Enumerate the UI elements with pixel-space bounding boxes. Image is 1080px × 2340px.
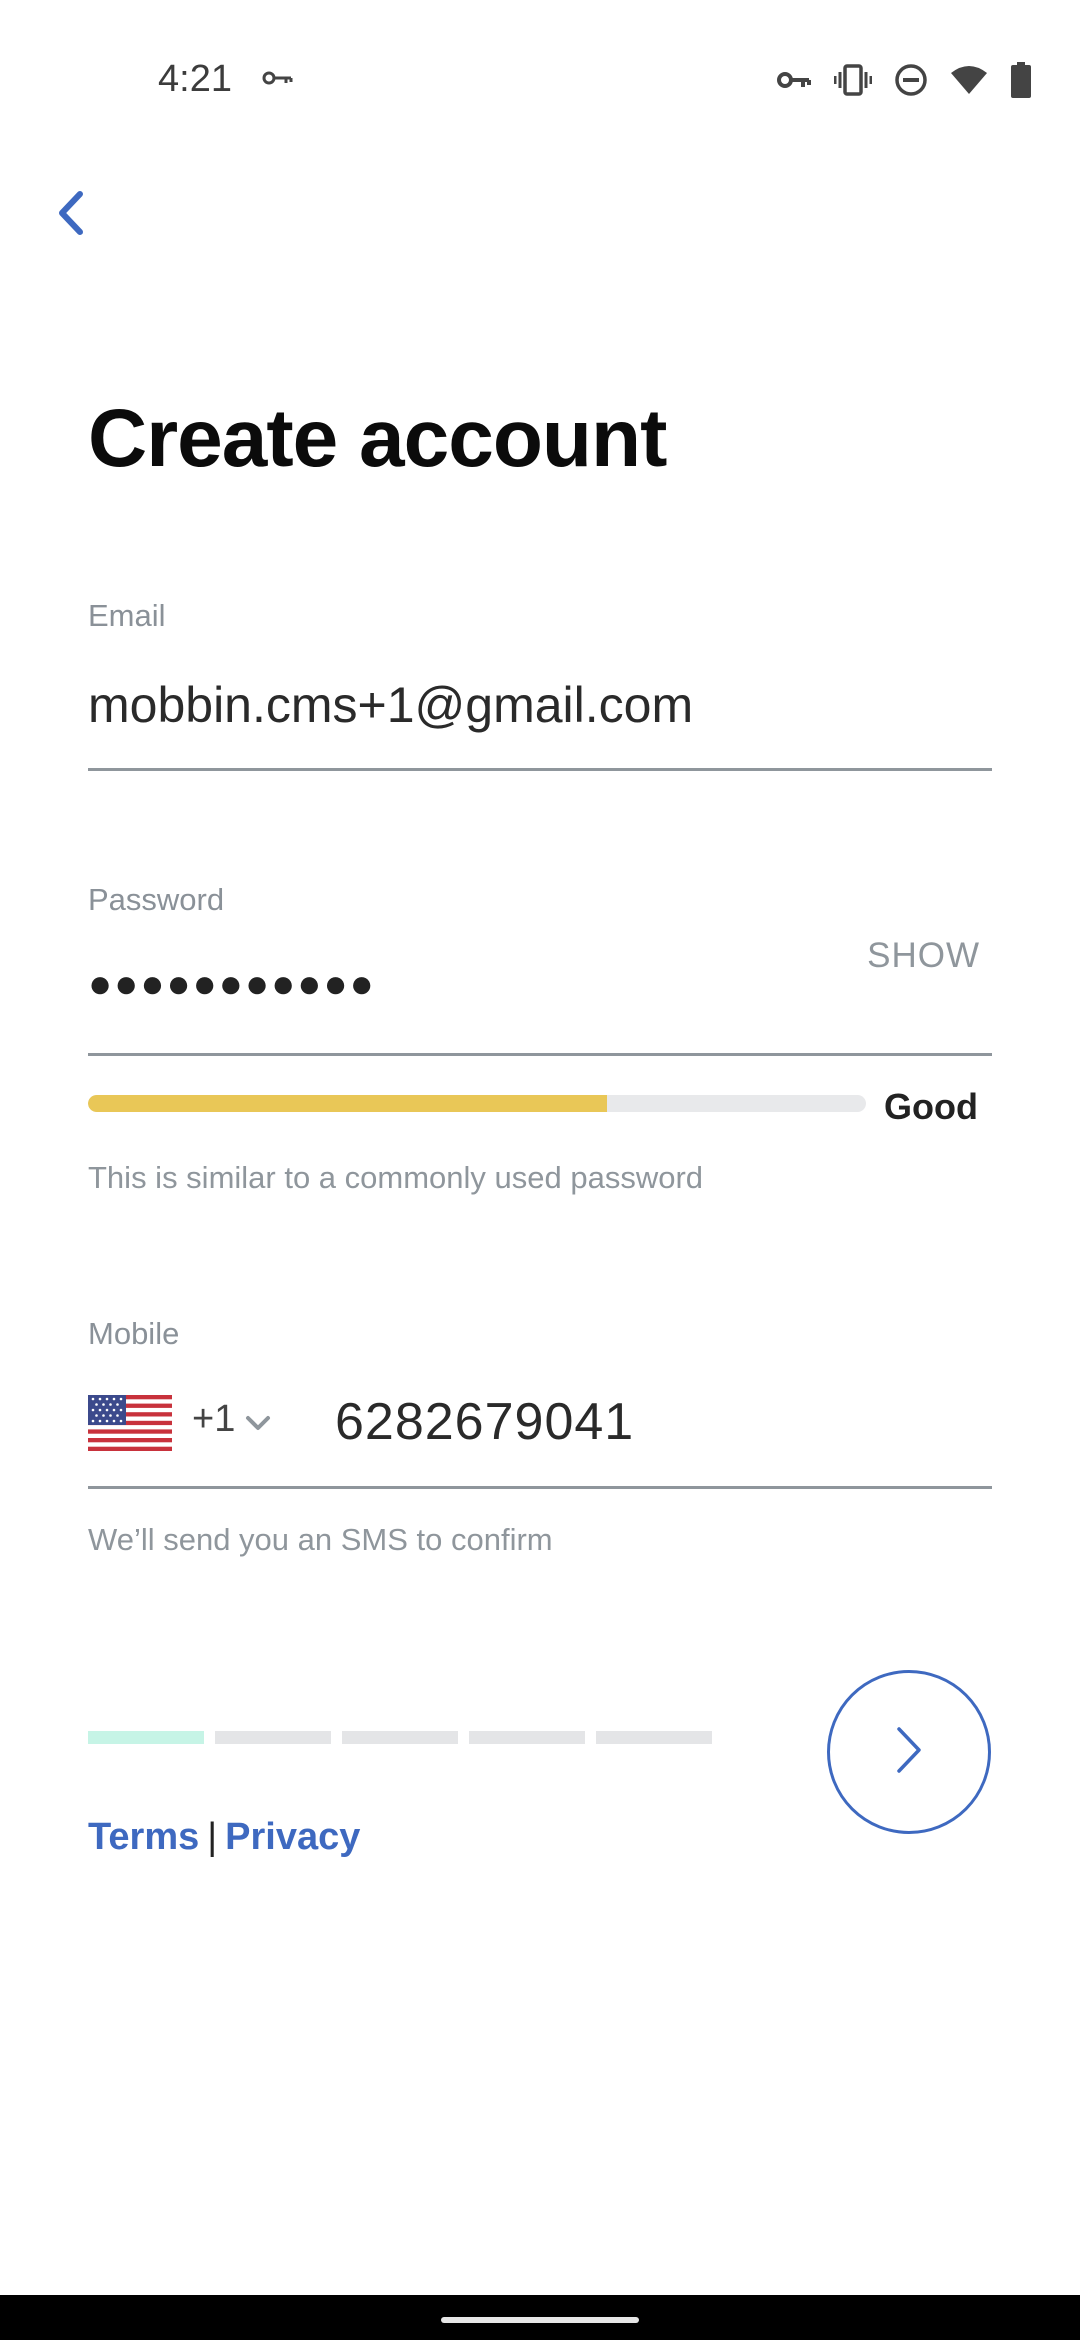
- status-icons: [776, 62, 1032, 103]
- home-handle[interactable]: [441, 2317, 639, 2323]
- do-not-disturb-icon: [894, 63, 928, 102]
- email-underline: [88, 768, 992, 771]
- us-flag-icon[interactable]: [88, 1395, 172, 1451]
- vibrate-icon: [833, 64, 873, 101]
- password-strength-bar: [88, 1095, 866, 1112]
- battery-icon: [1010, 62, 1032, 103]
- password-hint: This is similar to a commonly used passw…: [88, 1160, 704, 1195]
- country-code-dropdown[interactable]: +1: [192, 1398, 271, 1441]
- chevron-left-icon: [56, 190, 86, 241]
- progress-step: [88, 1731, 204, 1744]
- mobile-underline: [88, 1486, 992, 1489]
- progress-step: [596, 1731, 712, 1744]
- show-password-button[interactable]: SHOW: [867, 936, 980, 976]
- country-code-value: +1: [192, 1398, 236, 1440]
- mobile-label: Mobile: [88, 1316, 180, 1351]
- email-field[interactable]: mobbin.cms+1@gmail.com: [88, 676, 992, 734]
- back-button[interactable]: [36, 180, 106, 250]
- vpn-key-icon: [776, 69, 812, 96]
- progress-step: [342, 1731, 458, 1744]
- chevron-right-icon: [894, 1725, 924, 1780]
- key-icon: [262, 70, 294, 91]
- terms-link[interactable]: Terms: [88, 1816, 199, 1859]
- privacy-link[interactable]: Privacy: [225, 1816, 360, 1859]
- chevron-down-icon: [245, 1398, 271, 1441]
- wifi-icon: [950, 65, 988, 100]
- email-label: Email: [88, 598, 166, 633]
- progress-steps: [88, 1731, 712, 1744]
- password-label: Password: [88, 882, 225, 917]
- status-time: 4:21: [158, 58, 232, 100]
- password-field[interactable]: ●●●●●●●●●●●: [88, 962, 376, 1007]
- page-title: Create account: [88, 393, 667, 484]
- password-strength-fill: [88, 1095, 607, 1112]
- mobile-hint: We’ll send you an SMS to confirm: [88, 1522, 553, 1557]
- password-underline: [88, 1053, 992, 1056]
- password-strength-label: Good: [884, 1086, 978, 1127]
- legal-separator: |: [207, 1816, 218, 1858]
- progress-step: [215, 1731, 331, 1744]
- mobile-number-field[interactable]: 6282679041: [335, 1392, 634, 1452]
- next-button[interactable]: [827, 1670, 991, 1834]
- status-bar: 4:21: [0, 0, 1080, 170]
- progress-step: [469, 1731, 585, 1744]
- legal-links: Terms | Privacy: [88, 1816, 360, 1859]
